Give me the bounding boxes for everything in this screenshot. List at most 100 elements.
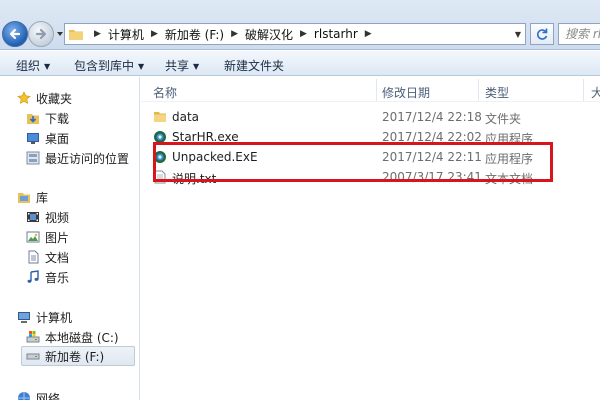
file-modified: 2017/12/4 22:11 <box>382 150 482 164</box>
network-icon <box>18 392 30 400</box>
arrow-left-icon <box>9 28 21 40</box>
nav-item-recent-places[interactable]: 最近访问的位置 <box>26 148 129 168</box>
file-modified: 2007/3/17 23:41 <box>382 170 482 184</box>
search-input[interactable]: 搜索 rlsta <box>558 23 600 45</box>
nav-item-local-disk-c[interactable]: 本地磁盘 (C:) <box>26 327 119 347</box>
include-in-library-label: 包含到库中 <box>74 59 135 73</box>
chevron-down-icon: ▼ <box>193 62 200 71</box>
downloads-folder-icon <box>27 114 39 124</box>
nav-item-label: 文档 <box>45 250 70 265</box>
address-path[interactable]: ▶ 计算机 ▶ 新加卷 (F:) ▶ 破解汉化 ▶ rlstarhr ▶ ▼ <box>64 23 526 45</box>
address-bar: ▶ 计算机 ▶ 新加卷 (F:) ▶ 破解汉化 ▶ rlstarhr ▶ ▼ 搜… <box>0 0 600 50</box>
chevron-down-icon: ▼ <box>138 62 145 71</box>
navigation-pane: 收藏夹 下载 桌面 最近访问的位置 库 视频 图片 文档 音乐 计算机 本地磁盘… <box>0 77 140 400</box>
share-menu[interactable]: 共享 ▼ <box>165 57 199 74</box>
share-label: 共享 <box>165 59 190 73</box>
text-file-icon <box>154 170 166 184</box>
refresh-icon <box>536 28 548 40</box>
drive-icon <box>26 353 40 360</box>
nav-item-videos[interactable]: 视频 <box>26 207 69 227</box>
picture-icon <box>26 231 40 243</box>
nav-item-music[interactable]: 音乐 <box>26 267 69 287</box>
nav-favorites-label: 收藏夹 <box>36 91 73 106</box>
recent-pages-dropdown[interactable] <box>56 30 64 38</box>
file-name: data <box>172 110 200 124</box>
file-row[interactable]: Unpacked.ExE 2017/12/4 22:11 应用程序 <box>151 147 591 167</box>
file-type: 应用程序 <box>485 132 534 146</box>
nav-item-documents[interactable]: 文档 <box>26 247 69 267</box>
chevron-down-icon: ▼ <box>44 62 51 71</box>
file-row[interactable]: data 2017/12/4 22:18 文件夹 <box>151 107 591 127</box>
nav-item-label: 视频 <box>45 210 70 225</box>
file-name: StarHR.exe <box>172 130 239 144</box>
file-row[interactable]: StarHR.exe 2017/12/4 22:02 应用程序 <box>151 127 591 147</box>
breadcrumb-separator[interactable]: ▶ <box>300 29 307 39</box>
file-modified: 2017/12/4 22:02 <box>382 130 482 144</box>
file-name: Unpacked.ExE <box>172 150 258 164</box>
file-name: 说明.txt <box>172 172 217 186</box>
back-button[interactable] <box>2 21 28 47</box>
video-icon <box>27 212 39 222</box>
nav-computer[interactable]: 计算机 <box>17 307 72 327</box>
organize-menu[interactable]: 组织 ▼ <box>16 57 50 74</box>
nav-libraries[interactable]: 库 <box>17 187 48 207</box>
exe-icon <box>154 131 166 143</box>
nav-item-label: 下载 <box>45 111 70 126</box>
file-type: 文件夹 <box>485 112 522 126</box>
nav-item-desktop[interactable]: 桌面 <box>26 128 69 148</box>
include-in-library-menu[interactable]: 包含到库中 ▼ <box>74 57 144 74</box>
nav-item-pictures[interactable]: 图片 <box>26 227 69 247</box>
folder-icon <box>69 30 83 40</box>
file-modified: 2017/12/4 22:18 <box>382 110 482 124</box>
nav-item-downloads[interactable]: 下载 <box>26 108 69 128</box>
exe-icon <box>154 151 166 163</box>
breadcrumb-rlstarhr[interactable]: rlstarhr <box>314 27 358 41</box>
breadcrumb-crack-localization[interactable]: 破解汉化 <box>245 26 293 43</box>
star-icon <box>17 91 31 104</box>
refresh-button[interactable] <box>530 23 554 45</box>
column-divider[interactable] <box>376 79 377 101</box>
nav-item-label: 最近访问的位置 <box>45 151 130 166</box>
address-dropdown-icon[interactable]: ▼ <box>515 30 521 39</box>
file-type: 文本文档 <box>485 172 534 186</box>
nav-item-label: 本地磁盘 (C:) <box>45 330 119 345</box>
nav-item-new-volume-f[interactable]: 新加卷 (F:) <box>21 346 135 366</box>
column-divider[interactable] <box>478 79 479 101</box>
music-note-icon <box>27 270 39 283</box>
system-drive-icon <box>26 331 40 343</box>
forward-button[interactable] <box>28 21 54 47</box>
nav-computer-label: 计算机 <box>36 310 73 325</box>
desktop-icon <box>27 133 39 144</box>
nav-network[interactable]: 网络 <box>17 388 60 400</box>
command-bar: 组织 ▼ 包含到库中 ▼ 共享 ▼ 新建文件夹 <box>0 51 600 76</box>
nav-item-label: 音乐 <box>45 270 70 285</box>
computer-icon <box>18 312 30 323</box>
breadcrumb-computer[interactable]: 计算机 <box>108 26 144 43</box>
new-folder-button[interactable]: 新建文件夹 <box>224 57 284 74</box>
file-list: 名称 修改日期 类型 大 data 2017/12/4 22:18 文件夹 St… <box>141 77 600 400</box>
nav-item-label: 桌面 <box>45 131 70 146</box>
breadcrumb-separator[interactable]: ▶ <box>151 29 158 39</box>
breadcrumb-drive-f[interactable]: 新加卷 (F:) <box>165 26 224 43</box>
arrow-right-icon <box>35 28 47 40</box>
nav-favorites[interactable]: 收藏夹 <box>17 88 72 108</box>
document-icon <box>28 250 39 264</box>
nav-network-label: 网络 <box>36 391 61 400</box>
file-row[interactable]: 说明.txt 2007/3/17 23:41 文本文档 <box>151 167 591 187</box>
column-header-name[interactable]: 名称 <box>153 84 177 101</box>
file-type: 应用程序 <box>485 152 534 166</box>
breadcrumb-separator[interactable]: ▶ <box>231 29 238 39</box>
nav-libraries-label: 库 <box>36 190 49 205</box>
column-divider[interactable] <box>583 79 584 101</box>
column-header-type[interactable]: 类型 <box>485 84 509 101</box>
nav-item-label: 图片 <box>45 230 70 245</box>
breadcrumb-separator: ▶ <box>94 29 101 39</box>
library-icon <box>18 193 30 203</box>
organize-label: 组织 <box>16 59 41 73</box>
column-header-size[interactable]: 大 <box>591 84 600 101</box>
column-header-modified[interactable]: 修改日期 <box>382 84 430 101</box>
breadcrumb-separator[interactable]: ▶ <box>365 29 372 39</box>
recent-places-icon <box>26 151 40 165</box>
nav-item-label: 新加卷 (F:) <box>45 349 105 364</box>
folder-icon <box>154 112 166 122</box>
